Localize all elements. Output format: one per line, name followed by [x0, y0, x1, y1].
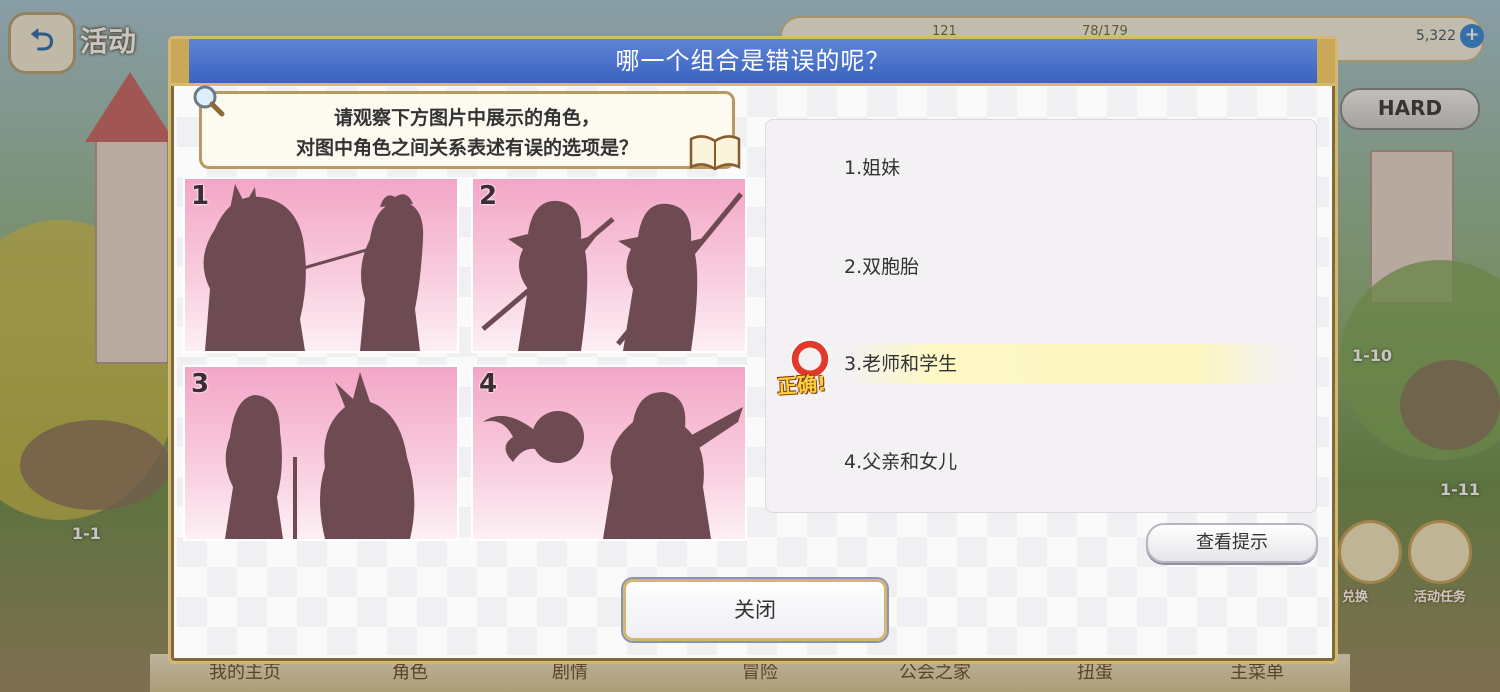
silhouette-figure: [483, 392, 743, 539]
silhouette-image-3: 3: [183, 365, 459, 541]
dialog-title: 哪一个组合是错误的呢？: [171, 39, 1335, 86]
quiz-dialog: 哪一个组合是错误的呢？ 请观察下方图片中展示的角色， 对图中角色之间关系表述有误…: [168, 36, 1338, 664]
question-line-1: 请观察下方图片中展示的角色，: [333, 107, 600, 129]
tile-number: 4: [479, 369, 498, 399]
question-box: 请观察下方图片中展示的角色， 对图中角色之间关系表述有误的选项是？: [199, 91, 735, 169]
open-book-icon: [689, 135, 741, 171]
silhouette-figure: [203, 184, 424, 351]
view-hint-button[interactable]: 查看提示: [1146, 523, 1318, 563]
silhouette-figure: [481, 192, 743, 351]
tile-number: 3: [191, 369, 210, 399]
options-panel: 1.姐妹 2.双胞胎 3.老师和学生 4.父亲和女儿: [765, 119, 1317, 513]
option-3-correct[interactable]: 3.老师和学生: [844, 344, 1284, 384]
option-2[interactable]: 2.双胞胎: [844, 247, 1284, 287]
corner-ornament: [171, 39, 189, 83]
silhouette-image-1: 1: [183, 177, 459, 353]
silhouette-figure: [225, 372, 415, 539]
corner-ornament: [1317, 39, 1335, 83]
option-1[interactable]: 1.姐妹: [844, 148, 1284, 188]
question-line-2: 对图中角色之间关系表述有误的选项是？: [295, 137, 638, 159]
tile-number: 2: [479, 181, 498, 211]
silhouette-image-2: 2: [471, 177, 747, 353]
close-button[interactable]: 关闭: [623, 579, 887, 641]
magnifier-icon: [193, 85, 225, 117]
tile-number: 1: [191, 181, 210, 211]
correct-badge: 正确!: [776, 371, 828, 399]
option-4[interactable]: 4.父亲和女儿: [844, 442, 1284, 482]
silhouette-image-4: 4: [471, 365, 747, 541]
